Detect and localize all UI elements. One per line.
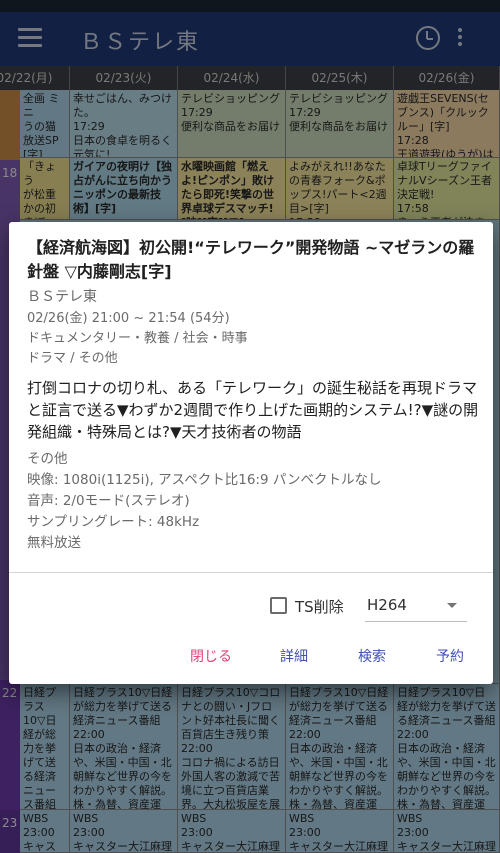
info-video: 映像: 1080i(1125i), アスペクト比16:9 パンベクトルなし <box>27 472 382 488</box>
divider <box>9 572 493 573</box>
codec-select[interactable]: H264 <box>365 592 467 622</box>
info-audio: 音声: 2/0モード(ステレオ) <box>27 493 190 509</box>
ts-delete-label[interactable]: TS削除 <box>295 596 344 617</box>
info-free: 無料放送 <box>27 535 81 551</box>
details-button[interactable]: 詳細 <box>280 646 308 666</box>
info-other: その他 <box>27 451 68 467</box>
close-button[interactable]: 閉じる <box>190 646 232 666</box>
program-title: 【経済航海図】初公開!“テレワーク”開発物語 ~マゼランの羅針盤 ▽内藤剛志[字… <box>27 238 475 281</box>
program-genre: ドラマ / その他 <box>27 351 118 366</box>
channel-name: ＢＳテレ東 <box>27 289 97 305</box>
program-description: 打倒コロナの切り札、ある「テレワーク」の誕生秘話を再現ドラマと証言で送る▼わずか… <box>27 379 479 441</box>
ts-delete-checkbox[interactable] <box>270 597 287 614</box>
program-datetime: 02/26(金) 21:00 ~ 21:54 (54分) <box>27 311 230 326</box>
dropdown-arrow-icon <box>447 603 457 608</box>
search-button[interactable]: 検索 <box>358 646 386 666</box>
reserve-button[interactable]: 予約 <box>436 646 464 666</box>
program-detail-dialog: 【経済航海図】初公開!“テレワーク”開発物語 ~マゼランの羅針盤 ▽内藤剛志[字… <box>9 222 493 684</box>
program-genre: ドキュメンタリー・教養 / 社会・時事 <box>27 331 248 346</box>
info-sampling: サンプリングレート: 48kHz <box>27 514 200 530</box>
codec-value: H264 <box>367 596 407 614</box>
